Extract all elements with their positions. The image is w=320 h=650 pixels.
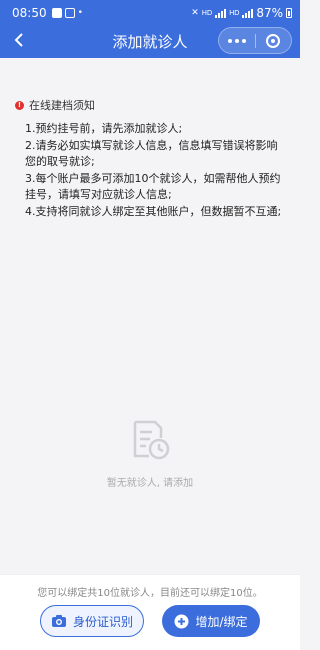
- status-right: ✕ HD HD 87%: [191, 6, 292, 20]
- notice-item: 3.每个账户最多可添加10个就诊人，如需帮他人预约挂号，请填写对应就诊人信息;: [25, 171, 281, 202]
- add-bind-label: 增加/绑定: [195, 614, 248, 629]
- mute-icon: ✕: [191, 8, 199, 18]
- nav-bar: 添加就诊人: [0, 26, 300, 56]
- notice-header: ! 在线建档须知: [15, 97, 95, 113]
- alert-icon: !: [15, 100, 24, 110]
- signal-icon-2: [242, 8, 254, 18]
- notice-title: 在线建档须知: [29, 99, 95, 112]
- add-bind-button[interactable]: 增加/绑定: [162, 605, 260, 637]
- notice-item: 2.请务必如实填写就诊人信息，信息填写错误将影响您的取号就诊;: [25, 138, 278, 169]
- id-card-scan-label: 身份证识别: [72, 614, 133, 629]
- battery-icon: [286, 8, 292, 18]
- notice-item: 1.预约挂号前，请先添加就诊人;: [25, 122, 183, 135]
- status-notification-icons: •: [51, 8, 83, 18]
- network-badge-1: HD: [201, 9, 213, 17]
- status-bar: 08:50 • ✕ HD HD 87%: [0, 0, 300, 26]
- status-time: 08:50: [12, 6, 47, 20]
- bottom-bar: 您可以绑定共10位就诊人，目前还可以绑定10位。 身份证识别 增加/绑定: [0, 574, 300, 650]
- id-card-scan-button[interactable]: 身份证识别: [40, 605, 144, 637]
- plus-circle-icon: [174, 614, 189, 628]
- close-button[interactable]: [256, 28, 292, 53]
- network-badge-2: HD: [229, 9, 240, 17]
- notification-icon: [51, 8, 62, 18]
- empty-text: 暂无就诊人, 请添加: [106, 478, 194, 489]
- notice-item: 4.支持将同就诊人绑定至其他账户，但数据暂不互通;: [25, 204, 282, 218]
- mini-program-capsule: [218, 27, 292, 54]
- more-notifications-icon: •: [77, 8, 83, 18]
- document-clock-icon: [133, 420, 170, 460]
- back-arrow-icon: [14, 33, 23, 47]
- camera-icon: [51, 615, 66, 627]
- empty-state: 暂无就诊人, 请添加: [0, 418, 300, 489]
- close-ring-icon: [266, 33, 281, 48]
- image-icon: [64, 8, 75, 18]
- signal-icon-1: [215, 8, 227, 18]
- more-dots-icon: [227, 38, 246, 43]
- back-button[interactable]: [8, 29, 30, 51]
- bind-limit-note: 您可以绑定共10位就诊人，目前还可以绑定10位。: [37, 588, 263, 599]
- battery-level: 87%: [256, 6, 283, 20]
- notice-list: 1.预约挂号前，请先添加就诊人; 2.请务必如实填写就诊人信息，信息填写错误将影…: [25, 121, 283, 220]
- top-bar: 08:50 • ✕ HD HD 87% 添加就诊人: [0, 0, 300, 58]
- more-button[interactable]: [219, 28, 255, 53]
